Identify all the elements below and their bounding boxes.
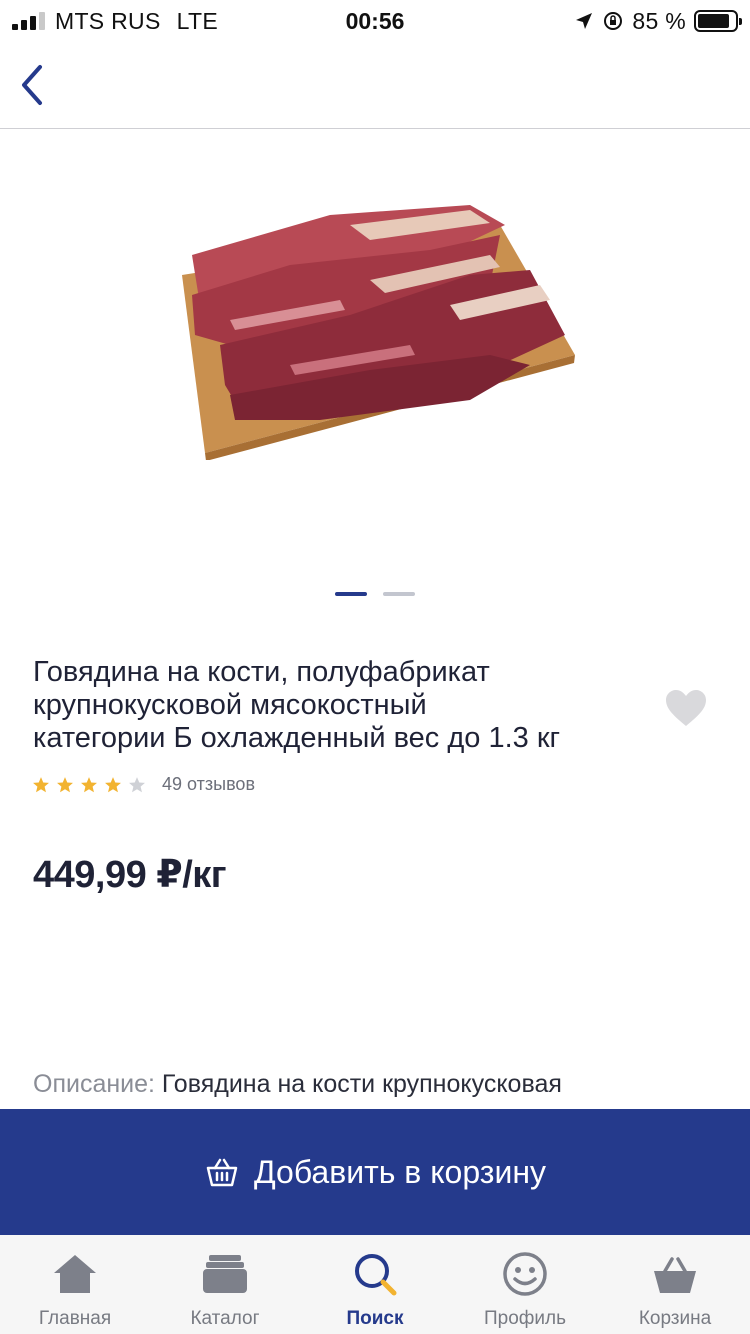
description: Описание: Говядина на кости крупнокусков… bbox=[33, 1070, 562, 1099]
tab-home[interactable]: Главная bbox=[0, 1235, 150, 1334]
tab-label: Каталог bbox=[190, 1308, 260, 1329]
tab-profile[interactable]: Профиль bbox=[450, 1235, 600, 1334]
star-icon bbox=[57, 776, 73, 792]
rating-stars bbox=[32, 776, 152, 794]
gallery-pager bbox=[0, 592, 750, 596]
pager-dot[interactable] bbox=[383, 592, 415, 596]
battery-icon bbox=[694, 10, 742, 32]
reviews-count[interactable]: 49 отзывов bbox=[162, 774, 255, 795]
back-button[interactable] bbox=[10, 58, 54, 112]
add-to-cart-button[interactable]: Добавить в корзину bbox=[0, 1109, 750, 1235]
tab-bar: Главная Каталог Поиск Профиль Корзина bbox=[0, 1235, 750, 1334]
star-icon bbox=[129, 776, 145, 792]
nav-bar bbox=[0, 44, 750, 129]
battery-percent: 85 % bbox=[632, 7, 686, 34]
status-bar: MTS RUS LTE 00:56 85 % bbox=[0, 0, 750, 44]
catalog-icon bbox=[203, 1255, 247, 1293]
home-icon bbox=[54, 1255, 96, 1293]
star-icon bbox=[81, 776, 97, 792]
star-icon bbox=[105, 776, 121, 792]
product-price: 449,99 ₽/кг bbox=[33, 854, 227, 896]
tab-catalog[interactable]: Каталог bbox=[150, 1235, 300, 1334]
search-icon bbox=[355, 1254, 397, 1296]
rating[interactable]: 49 отзывов bbox=[32, 774, 255, 795]
heart-icon[interactable] bbox=[664, 688, 708, 728]
orientation-lock-icon bbox=[604, 12, 623, 30]
chevron-left-icon bbox=[22, 65, 42, 105]
product-title: Говядина на кости, полуфабрикат крупноку… bbox=[33, 656, 561, 754]
star-icon bbox=[33, 776, 49, 792]
tab-label: Главная bbox=[38, 1308, 112, 1329]
description-label: Описание: bbox=[33, 1070, 155, 1098]
tab-label: Корзина bbox=[638, 1308, 712, 1329]
pager-dot[interactable] bbox=[335, 592, 367, 596]
tab-basket[interactable]: Корзина bbox=[600, 1235, 750, 1334]
tab-label: Поиск bbox=[346, 1308, 404, 1329]
description-text: Говядина на кости крупнокусковая bbox=[154, 1070, 562, 1098]
basket-icon bbox=[654, 1257, 696, 1293]
basket-icon bbox=[206, 1158, 238, 1187]
product-image[interactable] bbox=[170, 195, 580, 460]
profile-icon bbox=[503, 1252, 547, 1296]
location-arrow-icon bbox=[576, 13, 593, 29]
add-to-cart-label: Добавить в корзину bbox=[253, 1153, 546, 1190]
tab-label: Профиль bbox=[483, 1308, 567, 1329]
tab-search[interactable]: Поиск bbox=[300, 1235, 450, 1334]
